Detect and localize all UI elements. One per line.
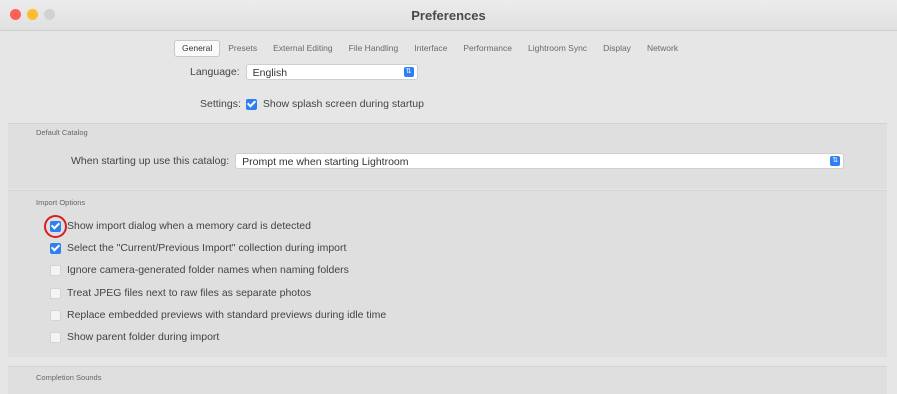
import-options-title: Import Options [36,198,86,207]
tab-performance[interactable]: Performance [455,40,520,57]
ignore-camera-folder-names-checkbox[interactable] [50,264,61,276]
import-option-row: Show parent folder during import [50,331,219,343]
treat-jpeg-separate-checkbox[interactable] [50,287,61,299]
import-option-row: Treat JPEG files next to raw files as se… [50,287,311,299]
tab-interface[interactable]: Interface [406,40,455,57]
tab-network[interactable]: Network [639,40,686,57]
chevron-up-down-icon: ⇅ [403,67,414,77]
import-option-label: Replace embedded previews with standard … [67,309,387,321]
replace-embedded-previews-checkbox[interactable] [50,309,61,321]
language-select[interactable]: English ⇅ [245,64,418,80]
import-option-label: Show parent folder during import [67,331,220,343]
title-bar: Preferences [0,0,897,31]
tab-presets[interactable]: Presets [220,40,265,57]
catalog-select[interactable]: Prompt me when starting Lightroom ⇅ [235,153,845,169]
select-current-import-checkbox[interactable] [50,242,61,254]
preferences-tabs: General Presets External Editing File Ha… [174,40,686,58]
settings-label: Settings: [200,98,241,110]
catalog-value: Prompt me when starting Lightroom [242,156,409,168]
completion-sounds-section [8,366,887,394]
tab-external-editing[interactable]: External Editing [265,40,341,57]
tab-display[interactable]: Display [595,40,639,57]
import-option-row: Select the "Current/Previous Import" col… [50,242,346,254]
splash-screen-checkbox[interactable] [245,98,257,110]
import-option-row: Replace embedded previews with standard … [50,309,386,321]
chevron-up-down-icon: ⇅ [830,156,841,166]
default-catalog-title: Default Catalog [36,128,88,137]
window-title: Preferences [411,8,486,23]
splash-screen-label: Show splash screen during startup [262,98,424,110]
import-option-label: Ignore camera-generated folder names whe… [67,264,349,276]
catalog-label: When starting up use this catalog: [71,155,230,167]
tab-file-handling[interactable]: File Handling [341,40,407,57]
catalog-row: When starting up use this catalog: Promp… [71,153,845,169]
language-value: English [252,67,288,79]
tab-lightroom-sync[interactable]: Lightroom Sync [520,40,595,57]
tab-general[interactable]: General [174,40,221,57]
import-option-label: Select the "Current/Previous Import" col… [67,242,347,254]
completion-sounds-title: Completion Sounds [36,373,102,382]
show-parent-folder-checkbox[interactable] [50,331,61,343]
import-option-row: Show import dialog when a memory card is… [50,220,311,232]
import-option-label: Show import dialog when a memory card is… [67,220,311,232]
highlight-circle [44,215,67,238]
import-option-label: Treat JPEG files next to raw files as se… [67,287,312,299]
language-row: Language: English ⇅ [190,64,418,80]
language-label: Language: [190,66,240,78]
settings-row: Settings: Show splash screen during star… [200,98,424,110]
import-option-row: Ignore camera-generated folder names whe… [50,264,349,276]
